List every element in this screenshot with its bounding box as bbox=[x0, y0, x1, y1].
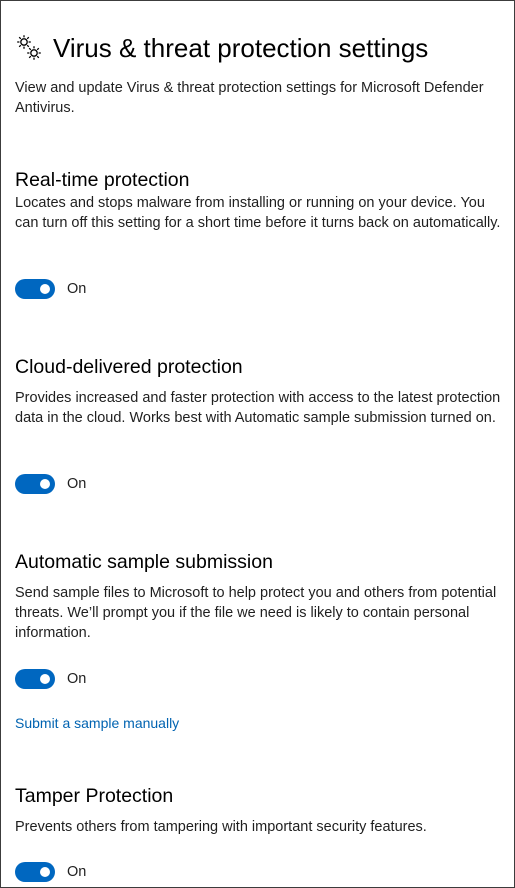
section-description: Provides increased and faster protection… bbox=[15, 390, 501, 426]
submit-sample-manually-link[interactable]: Submit a sample manually bbox=[15, 715, 179, 731]
section-description: Locates and stops malware from installin… bbox=[15, 195, 501, 231]
toggle-state-label: On bbox=[67, 476, 87, 492]
automatic-sample-submission-toggle[interactable] bbox=[15, 669, 55, 689]
toggle-row-cloud-delivered-protection: On bbox=[15, 473, 86, 495]
toggle-state-label: On bbox=[67, 864, 87, 880]
section-description: Prevents others from tampering with impo… bbox=[15, 819, 427, 835]
tamper-protection-toggle[interactable] bbox=[15, 862, 55, 882]
section-title: Automatic sample submission bbox=[15, 551, 273, 573]
cloud-delivered-protection-toggle[interactable] bbox=[15, 474, 55, 494]
section-description: Send sample files to Microsoft to help p… bbox=[15, 585, 497, 641]
toggle-knob bbox=[40, 284, 50, 294]
toggle-knob bbox=[40, 867, 50, 877]
toggle-row-real-time-protection: On bbox=[15, 278, 86, 300]
toggle-knob bbox=[40, 674, 50, 684]
toggle-state-label: On bbox=[67, 671, 87, 687]
section-automatic-sample-submission: Automatic sample submission Send sample … bbox=[15, 549, 505, 643]
section-title: Cloud-delivered protection bbox=[15, 356, 243, 378]
section-cloud-delivered-protection: Cloud-delivered protection Provides incr… bbox=[15, 354, 505, 428]
toggle-row-automatic-sample-submission: On bbox=[15, 668, 86, 690]
gear-icon bbox=[17, 35, 41, 60]
section-title: Real-time protection bbox=[15, 169, 190, 191]
real-time-protection-toggle[interactable] bbox=[15, 279, 55, 299]
page-header: Virus & threat protection settings bbox=[15, 31, 428, 65]
section-real-time-protection: Real-time protection Locates and stops m… bbox=[15, 167, 505, 233]
toggle-knob bbox=[40, 479, 50, 489]
toggle-state-label: On bbox=[67, 281, 87, 297]
page-title: Virus & threat protection settings bbox=[53, 33, 429, 63]
section-title: Tamper Protection bbox=[15, 785, 174, 807]
section-tamper-protection: Tamper Protection Prevents others from t… bbox=[15, 783, 505, 837]
toggle-row-tamper-protection: On bbox=[15, 861, 86, 883]
page-description: View and update Virus & threat protectio… bbox=[15, 80, 484, 116]
settings-window: Virus & threat protection settings View … bbox=[0, 0, 515, 888]
